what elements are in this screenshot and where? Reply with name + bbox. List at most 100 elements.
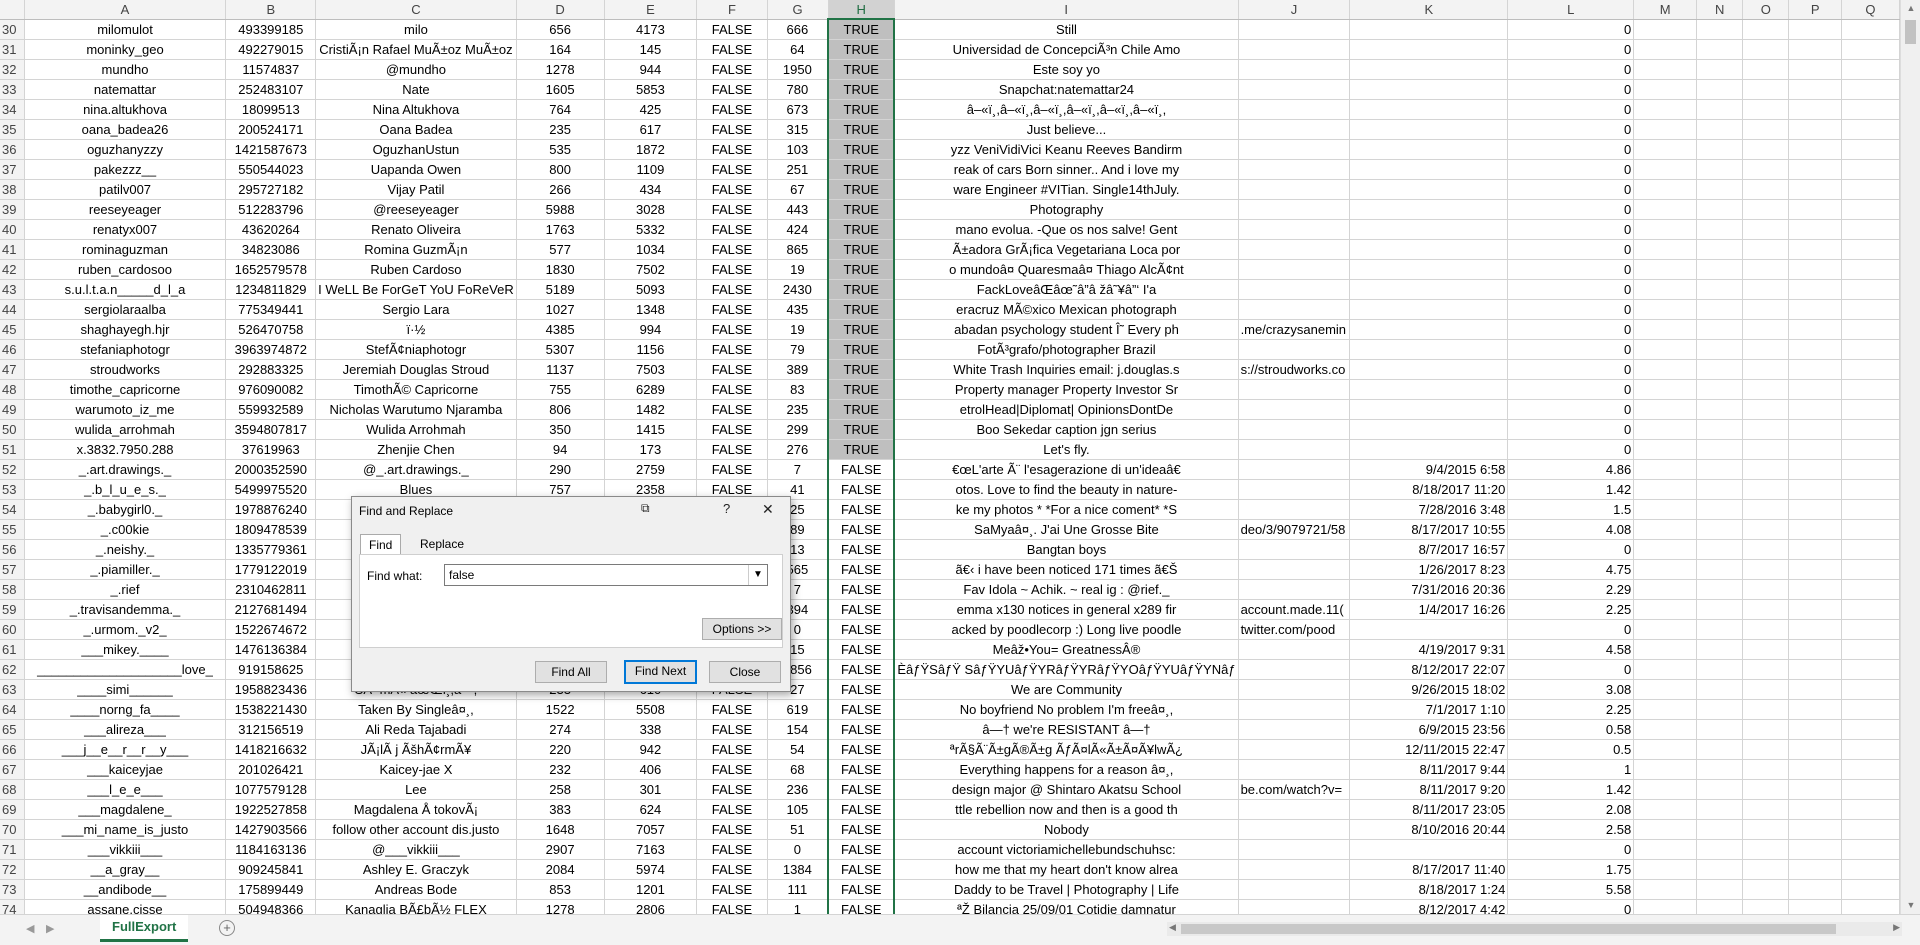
cell-h[interactable]: FALSE — [827, 779, 896, 800]
empty-cell[interactable] — [1742, 479, 1790, 500]
cell-c[interactable]: Kanaglia BÃ£bÃ½ FLEX — [315, 899, 517, 914]
cell-e[interactable]: 5508 — [604, 699, 698, 720]
cell-h[interactable]: FALSE — [827, 739, 896, 760]
cell-j[interactable] — [1238, 899, 1351, 914]
empty-cell[interactable] — [1742, 619, 1790, 640]
column-header[interactable]: O — [1742, 0, 1790, 20]
cell-f[interactable]: FALSE — [696, 699, 768, 720]
cell-a[interactable]: _.art.drawings._ — [24, 459, 227, 480]
row-number[interactable]: 35 — [0, 119, 25, 140]
spreadsheet-grid[interactable]: ABCDEFGHIJKLMNOPQ 30 milomulot 493399185 mi… — [0, 0, 1900, 914]
empty-cell[interactable] — [1841, 739, 1900, 760]
cell-i[interactable]: Universidad de ConcepciÃ³n Chile Amo — [894, 39, 1239, 60]
row-number[interactable]: 54 — [0, 499, 25, 520]
cell-f[interactable]: FALSE — [696, 379, 768, 400]
cell-g[interactable]: 19 — [767, 319, 829, 340]
cell-f[interactable]: FALSE — [696, 239, 768, 260]
row-number[interactable]: 47 — [0, 359, 25, 380]
cell-h[interactable]: FALSE — [827, 699, 896, 720]
empty-cell[interactable] — [1742, 659, 1790, 680]
cell-g[interactable]: 235 — [767, 399, 829, 420]
cell-b[interactable]: 1335779361 — [225, 539, 317, 560]
cell-a[interactable]: reeseyeager — [24, 199, 227, 220]
cell-k[interactable] — [1349, 39, 1509, 60]
cell-c[interactable]: Vijay Patil — [315, 179, 517, 200]
cell-g[interactable]: 2430 — [767, 279, 829, 300]
empty-cell[interactable] — [1788, 299, 1842, 320]
empty-cell[interactable] — [1788, 499, 1842, 520]
cell-e[interactable]: 7057 — [604, 819, 698, 840]
cell-f[interactable]: FALSE — [696, 779, 768, 800]
cell-b[interactable]: 504948366 — [225, 899, 317, 914]
empty-cell[interactable] — [1696, 179, 1744, 200]
cell-g[interactable]: 79 — [767, 339, 829, 360]
cell-d[interactable]: 535 — [516, 139, 605, 160]
cell-e[interactable]: 1109 — [604, 159, 698, 180]
empty-cell[interactable] — [1788, 539, 1842, 560]
empty-cell[interactable] — [1696, 19, 1744, 40]
empty-cell[interactable] — [1696, 539, 1744, 560]
cell-l[interactable]: 0 — [1507, 299, 1635, 320]
triangle-right-icon[interactable]: ▶ — [46, 922, 54, 935]
cell-j[interactable] — [1238, 419, 1351, 440]
cell-h[interactable]: FALSE — [827, 539, 896, 560]
cell-j[interactable] — [1238, 879, 1351, 900]
cell-k[interactable] — [1349, 359, 1509, 380]
cell-l[interactable]: 0 — [1507, 659, 1635, 680]
cell-d[interactable]: 1278 — [516, 899, 605, 914]
row-number[interactable]: 36 — [0, 139, 25, 160]
cell-e[interactable]: 5332 — [604, 219, 698, 240]
cell-i[interactable]: ã€‹ i have been noticed 171 times ã€Š — [894, 559, 1239, 580]
empty-cell[interactable] — [1742, 299, 1790, 320]
cell-a[interactable]: assane.cisse — [24, 899, 227, 914]
cell-l[interactable]: 0 — [1507, 19, 1635, 40]
cell-i[interactable]: We are Community — [894, 679, 1239, 700]
horizontal-scrollbar[interactable]: ◀ ▶ — [1167, 922, 1902, 936]
cell-c[interactable]: Nate — [315, 79, 517, 100]
cell-l[interactable]: 4.86 — [1507, 459, 1635, 480]
cell-g[interactable]: 7 — [767, 459, 829, 480]
cell-f[interactable]: FALSE — [696, 399, 768, 420]
empty-cell[interactable] — [1788, 779, 1842, 800]
cell-a[interactable]: moninky_geo — [24, 39, 227, 60]
cell-g[interactable]: 389 — [767, 359, 829, 380]
cell-f[interactable]: FALSE — [696, 819, 768, 840]
cell-e[interactable]: 6289 — [604, 379, 698, 400]
empty-cell[interactable] — [1742, 799, 1790, 820]
column-header[interactable]: A — [24, 0, 227, 20]
cell-h[interactable]: FALSE — [827, 459, 896, 480]
empty-cell[interactable] — [1742, 259, 1790, 280]
cell-a[interactable]: warumoto_iz_me — [24, 399, 227, 420]
empty-cell[interactable] — [1841, 879, 1900, 900]
cell-i[interactable]: how me that my heart don't know alrea — [894, 859, 1239, 880]
cell-k[interactable]: 8/7/2017 16:57 — [1349, 539, 1509, 560]
cell-d[interactable]: 800 — [516, 159, 605, 180]
empty-cell[interactable] — [1633, 59, 1698, 80]
cell-i[interactable]: abadan psychology student Î˜ Every ph — [894, 319, 1239, 340]
empty-cell[interactable] — [1696, 239, 1744, 260]
row-number[interactable]: 68 — [0, 779, 25, 800]
empty-cell[interactable] — [1696, 459, 1744, 480]
row-number[interactable]: 67 — [0, 759, 25, 780]
empty-cell[interactable] — [1742, 739, 1790, 760]
cell-b[interactable]: 559932589 — [225, 399, 317, 420]
cell-e[interactable]: 1415 — [604, 419, 698, 440]
cell-l[interactable]: 0 — [1507, 99, 1635, 120]
empty-cell[interactable] — [1788, 639, 1842, 660]
cell-g[interactable]: 619 — [767, 699, 829, 720]
find-all-button[interactable]: Find All — [535, 661, 607, 683]
cell-b[interactable]: 3594807817 — [225, 419, 317, 440]
empty-cell[interactable] — [1696, 219, 1744, 240]
cell-b[interactable]: 919158625 — [225, 659, 317, 680]
empty-cell[interactable] — [1742, 499, 1790, 520]
cell-b[interactable]: 201026421 — [225, 759, 317, 780]
cell-j[interactable]: deo/3/9079721/58 — [1238, 519, 1351, 540]
empty-cell[interactable] — [1788, 19, 1842, 40]
cell-c[interactable]: JÃ¡lÃ j ÃšhÃ¢rmÃ¥ — [315, 739, 517, 760]
cell-f[interactable]: FALSE — [696, 439, 768, 460]
cell-j[interactable] — [1238, 659, 1351, 680]
cell-j[interactable] — [1238, 719, 1351, 740]
cell-d[interactable]: 1137 — [516, 359, 605, 380]
cell-j[interactable] — [1238, 679, 1351, 700]
cell-b[interactable]: 1809478539 — [225, 519, 317, 540]
